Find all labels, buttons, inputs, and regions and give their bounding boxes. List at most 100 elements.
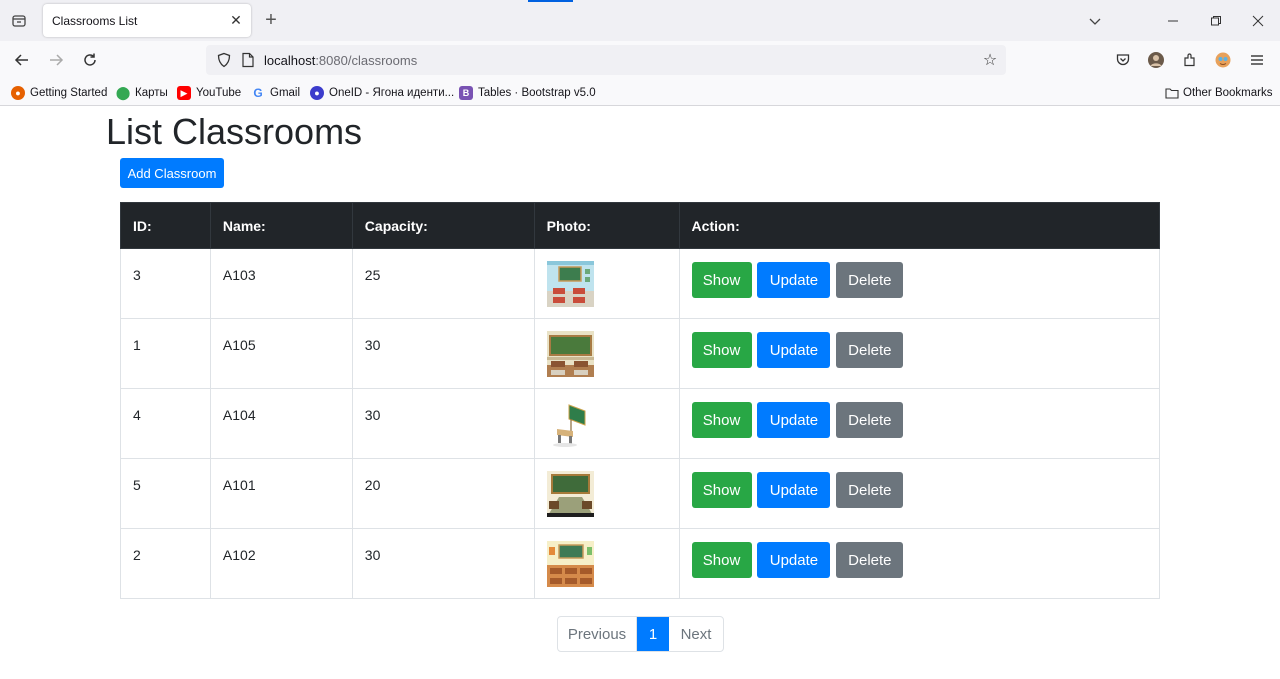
pocket-icon[interactable] [1113,50,1133,70]
bookmark-label: OneID - Ягона иденти... [329,87,455,99]
minimize-icon[interactable] [1160,8,1186,34]
show-button[interactable]: Show [691,472,752,508]
account-avatar-icon[interactable] [1146,50,1166,70]
url-path: :8080/classrooms [315,53,418,68]
cell-actions: Show Update Delete [678,318,1161,389]
update-button[interactable]: Update [757,402,831,438]
delete-button[interactable]: Delete [836,262,904,298]
bookmark-label: Tables · Bootstrap v5.0 [478,87,596,99]
forward-arrow-icon[interactable] [43,47,69,73]
restore-icon[interactable] [1203,8,1229,34]
bookmark-label: Карты [135,87,168,99]
cell-photo [533,458,680,529]
show-button[interactable]: Show [691,402,752,438]
page-title: List Classrooms [106,111,363,152]
table-row: 1 A105 30 Show Update Delete [120,318,1161,389]
bootstrap-icon: B [459,86,473,100]
show-button[interactable]: Show [691,542,752,578]
other-bookmarks-label: Other Bookmarks [1183,87,1273,99]
cell-actions: Show Update Delete [678,248,1161,319]
bookmark-maps[interactable]: ⬤ Карты [116,84,168,102]
maps-pin-icon: ⬤ [115,85,131,100]
delete-button[interactable]: Delete [836,402,904,438]
delete-button[interactable]: Delete [836,542,904,578]
update-button[interactable]: Update [757,262,831,298]
url-host: localhost [264,53,316,68]
bookmark-bootstrap[interactable]: B Tables · Bootstrap v5.0 [459,84,596,102]
cell-name: A101 [209,458,353,529]
address-bar[interactable]: localhost:8080/classrooms ☆ [206,45,1006,75]
cell-name: A103 [209,248,353,319]
close-window-icon[interactable] [1245,8,1271,34]
bookmark-label: Getting Started [30,87,108,99]
header-photo: Photo: [533,202,680,249]
classroom-photo-1 [546,261,594,307]
show-button[interactable]: Show [691,262,752,298]
delete-button[interactable]: Delete [836,472,904,508]
cell-photo [533,248,680,319]
cell-id: 5 [120,458,211,529]
tab-bar: Classrooms List ✕ + [0,0,1280,41]
header-name: Name: [209,202,353,249]
bookmark-youtube[interactable]: ▶ YouTube [177,84,241,102]
tab-strip-accent [528,0,573,2]
update-button[interactable]: Update [757,332,831,368]
cell-name: A105 [209,318,353,389]
bookmark-oneid[interactable]: ● OneID - Ягона иденти... [310,84,454,102]
other-bookmarks[interactable]: Other Bookmarks [1165,84,1272,102]
page-info-icon[interactable] [241,52,255,73]
cell-id: 1 [120,318,211,389]
current-page-button[interactable]: 1 [637,617,669,651]
classrooms-table: ID: Name: Capacity: Photo: Action: 3 A10… [120,202,1161,599]
next-page-button[interactable]: Next [669,617,723,651]
header-capacity: Capacity: [351,202,535,249]
bookmark-getting-started[interactable]: ● Getting Started [11,84,107,102]
menu-icon[interactable] [1247,50,1267,70]
cell-id: 4 [120,388,211,459]
table-row: 4 A104 30 Show Update Delete [120,388,1161,459]
close-tab-icon[interactable]: ✕ [227,11,245,29]
update-button[interactable]: Update [757,542,831,578]
reload-icon[interactable] [77,47,103,73]
classroom-photo-2 [546,331,594,377]
delete-button[interactable]: Delete [836,332,904,368]
url-text[interactable]: localhost:8080/classrooms [264,53,417,68]
table-header-row: ID: Name: Capacity: Photo: Action: [120,202,1161,249]
add-classroom-button[interactable]: Add Classroom [120,158,224,188]
tab-title: Classrooms List [52,14,138,28]
cell-capacity: 25 [351,248,535,319]
list-all-tabs-icon[interactable] [1082,8,1108,34]
previous-page-button[interactable]: Previous [558,617,637,651]
extension-fox-icon[interactable] [1213,50,1233,70]
cell-actions: Show Update Delete [678,528,1161,599]
bookmark-label: Gmail [270,87,301,99]
classroom-photo-4 [546,471,594,517]
bookmarks-toolbar: ● Getting Started ⬤ Карты ▶ YouTube G Gm… [0,79,1280,106]
bookmark-star-icon[interactable]: ☆ [980,50,1000,70]
update-button[interactable]: Update [757,472,831,508]
cell-capacity: 30 [351,388,535,459]
google-icon: G [253,86,263,100]
cell-photo [533,528,680,599]
header-action: Action: [678,202,1161,249]
firefox-icon: ● [11,86,25,100]
cell-actions: Show Update Delete [678,388,1161,459]
pagination: Previous 1 Next [557,616,724,652]
show-button[interactable]: Show [691,332,752,368]
table-row: 2 A102 30 Show Update Delete [120,528,1161,599]
extensions-icon[interactable] [1180,50,1200,70]
tracking-shield-icon[interactable] [216,52,232,73]
cell-actions: Show Update Delete [678,458,1161,529]
cell-name: A102 [209,528,353,599]
cell-capacity: 30 [351,528,535,599]
cell-id: 2 [120,528,211,599]
active-tab[interactable]: Classrooms List ✕ [43,4,251,37]
table-row: 5 A101 20 Show Update Delete [120,458,1161,529]
tab-list-icon[interactable] [6,8,32,34]
new-tab-icon[interactable]: + [260,9,282,31]
bookmark-gmail[interactable]: G Gmail [251,84,300,102]
navigation-toolbar: localhost:8080/classrooms ☆ [0,41,1280,79]
classroom-photo-5 [546,541,594,587]
back-arrow-icon[interactable] [9,47,35,73]
table-row: 3 A103 25 Show Update Delete [120,248,1161,319]
